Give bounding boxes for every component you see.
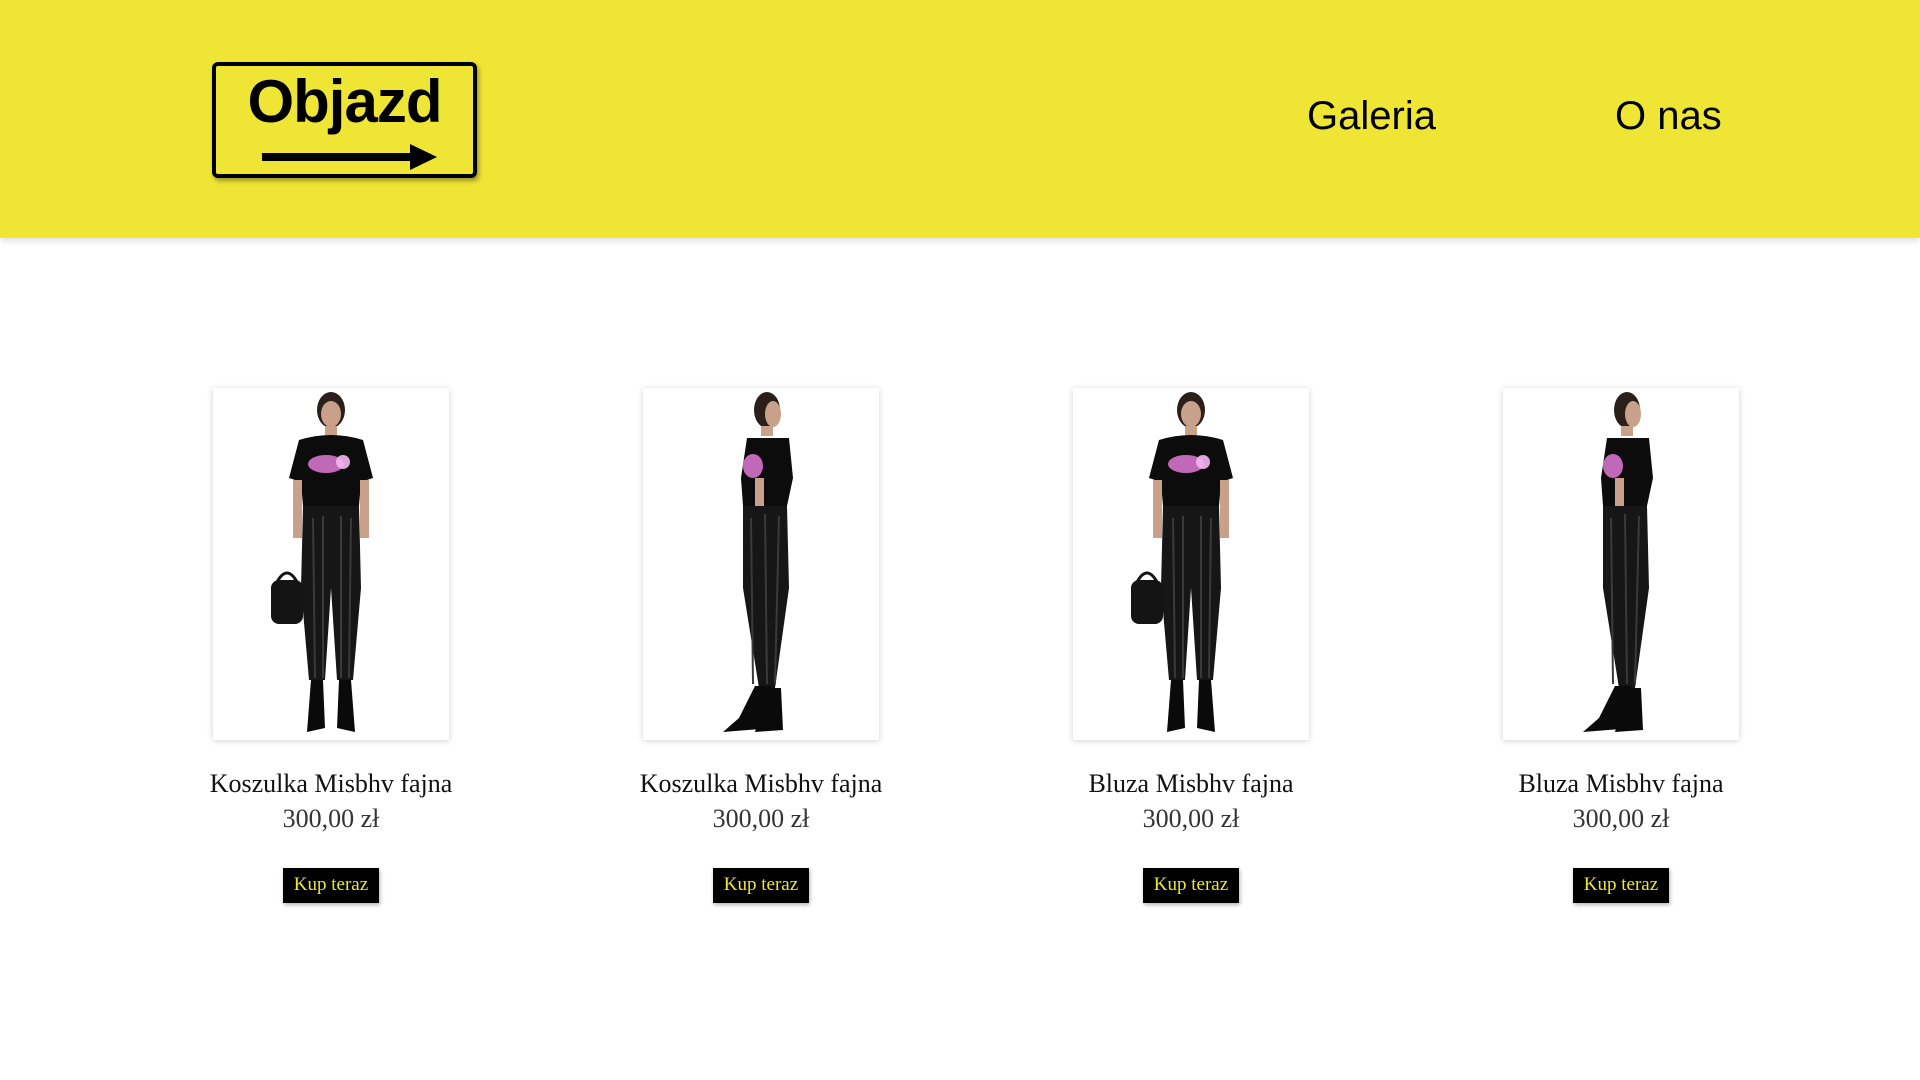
product-name: Koszulka Misbhv fajna — [209, 769, 453, 798]
model-side-figure — [1583, 392, 1653, 732]
model-side-figure — [723, 392, 793, 732]
product-name: Bluza Misbhv fajna — [1088, 769, 1294, 798]
buy-now-button[interactable]: Kup teraz — [712, 868, 810, 903]
nav-link-galeria[interactable]: Galeria — [1307, 96, 1436, 136]
nav-link-o-nas[interactable]: O nas — [1615, 96, 1722, 136]
product-price: 300,00 zł — [712, 804, 810, 833]
product-price: 300,00 zł — [282, 804, 380, 833]
buy-now-button[interactable]: Kup teraz — [282, 868, 380, 903]
product-image[interactable] — [643, 388, 879, 740]
buy-now-button[interactable]: Kup teraz — [1572, 868, 1670, 903]
arrow-right-icon — [262, 144, 437, 170]
logo-text: Objazd — [247, 68, 442, 135]
product-image[interactable] — [1073, 388, 1309, 740]
product-card: Koszulka Misbhv fajna 300,00 zł Kup tera… — [210, 388, 452, 903]
logo-sign[interactable]: Objazd — [212, 62, 477, 178]
product-price: 300,00 zł — [1572, 804, 1670, 833]
model-front-figure — [271, 392, 373, 732]
product-card: Bluza Misbhv fajna 300,00 zł Kup teraz — [1503, 388, 1739, 903]
model-front-figure — [1131, 392, 1233, 732]
product-price: 300,00 zł — [1142, 804, 1240, 833]
product-name: Koszulka Misbhv fajna — [639, 769, 883, 798]
product-image[interactable] — [213, 388, 449, 740]
product-card: Bluza Misbhv fajna 300,00 zł Kup teraz — [1073, 388, 1309, 903]
site-header: Objazd Galeria O nas — [0, 0, 1920, 238]
product-image[interactable] — [1503, 388, 1739, 740]
product-name: Bluza Misbhv fajna — [1518, 769, 1724, 798]
product-card: Koszulka Misbhv fajna 300,00 zł Kup tera… — [640, 388, 882, 903]
buy-now-button[interactable]: Kup teraz — [1142, 868, 1240, 903]
